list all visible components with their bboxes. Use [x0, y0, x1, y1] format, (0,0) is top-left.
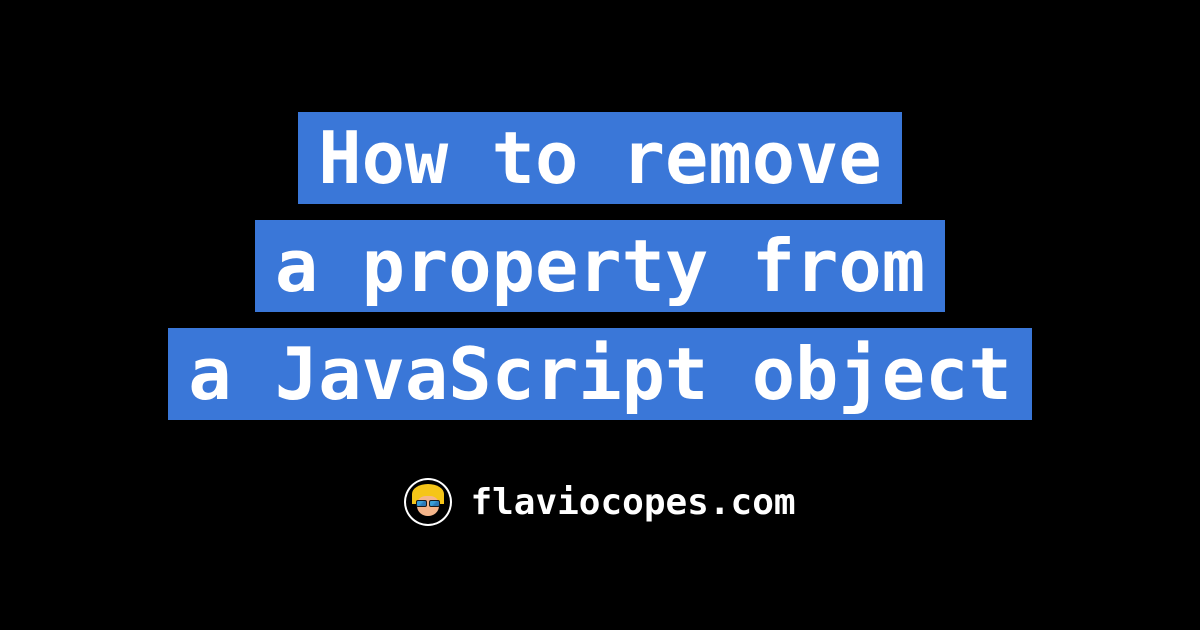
title-line-1: How to remove — [298, 112, 902, 204]
footer: flaviocopes.com — [404, 478, 795, 526]
site-name: flaviocopes.com — [470, 482, 795, 523]
avatar — [404, 478, 452, 526]
page-title: How to remove a property from a JavaScri… — [168, 104, 1032, 428]
title-line-2: a property from — [255, 220, 945, 312]
title-line-3: a JavaScript object — [168, 328, 1032, 420]
